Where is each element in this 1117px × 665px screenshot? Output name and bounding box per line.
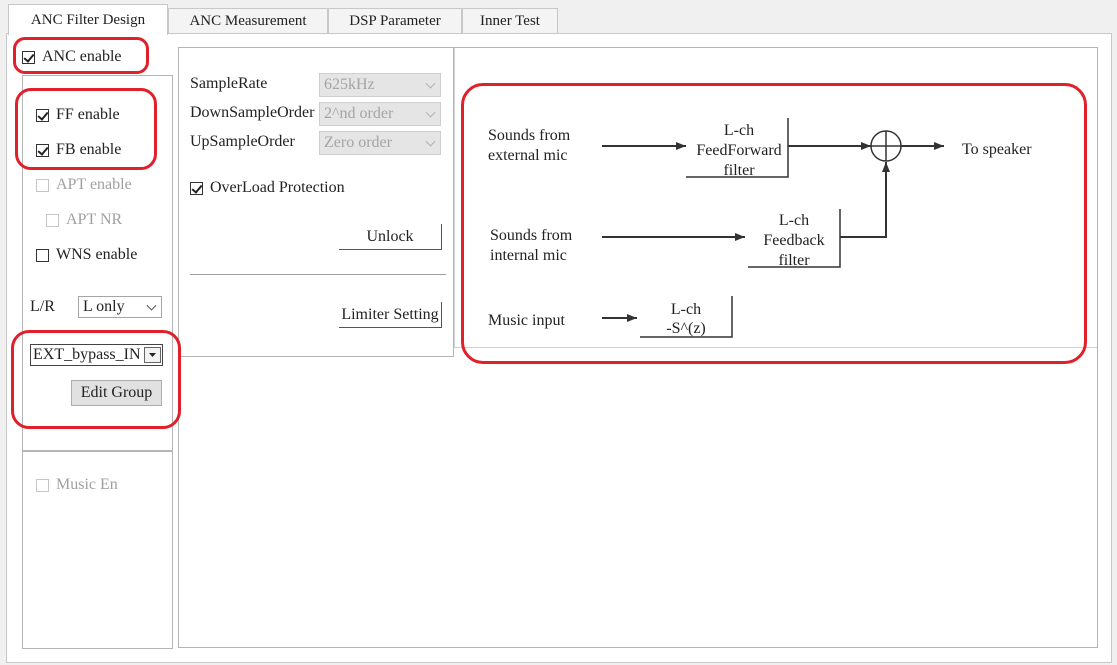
ff-text-3: filter (723, 162, 755, 179)
int-mic-text-1: Sounds from (490, 227, 573, 244)
ext-mic-text-1: Sounds from (488, 127, 571, 144)
fb-text-1: L-ch (779, 212, 809, 229)
music-input-text: Music input (488, 312, 565, 329)
tab-anc-filter-design[interactable]: ANC Filter Design (8, 4, 168, 35)
tab-label: ANC Filter Design (30, 12, 146, 28)
sz-text-1: L-ch (671, 301, 701, 318)
anc-block-diagram: Sounds from external mic L-ch FeedForwar… (488, 118, 1032, 338)
sz-text-2: -S^(z) (666, 320, 706, 337)
summing-junction-icon (870, 130, 902, 162)
ff-text-2: FeedForward (696, 142, 781, 159)
fb-text-2: Feedback (763, 232, 824, 249)
ff-text-1: L-ch (724, 122, 754, 139)
fb-text-3: filter (778, 252, 810, 269)
int-mic-text-2: internal mic (490, 247, 567, 264)
to-speaker-text: To speaker (962, 141, 1032, 158)
fb-feedback-arrow (840, 162, 890, 238)
ext-mic-text-2: external mic (488, 147, 568, 164)
